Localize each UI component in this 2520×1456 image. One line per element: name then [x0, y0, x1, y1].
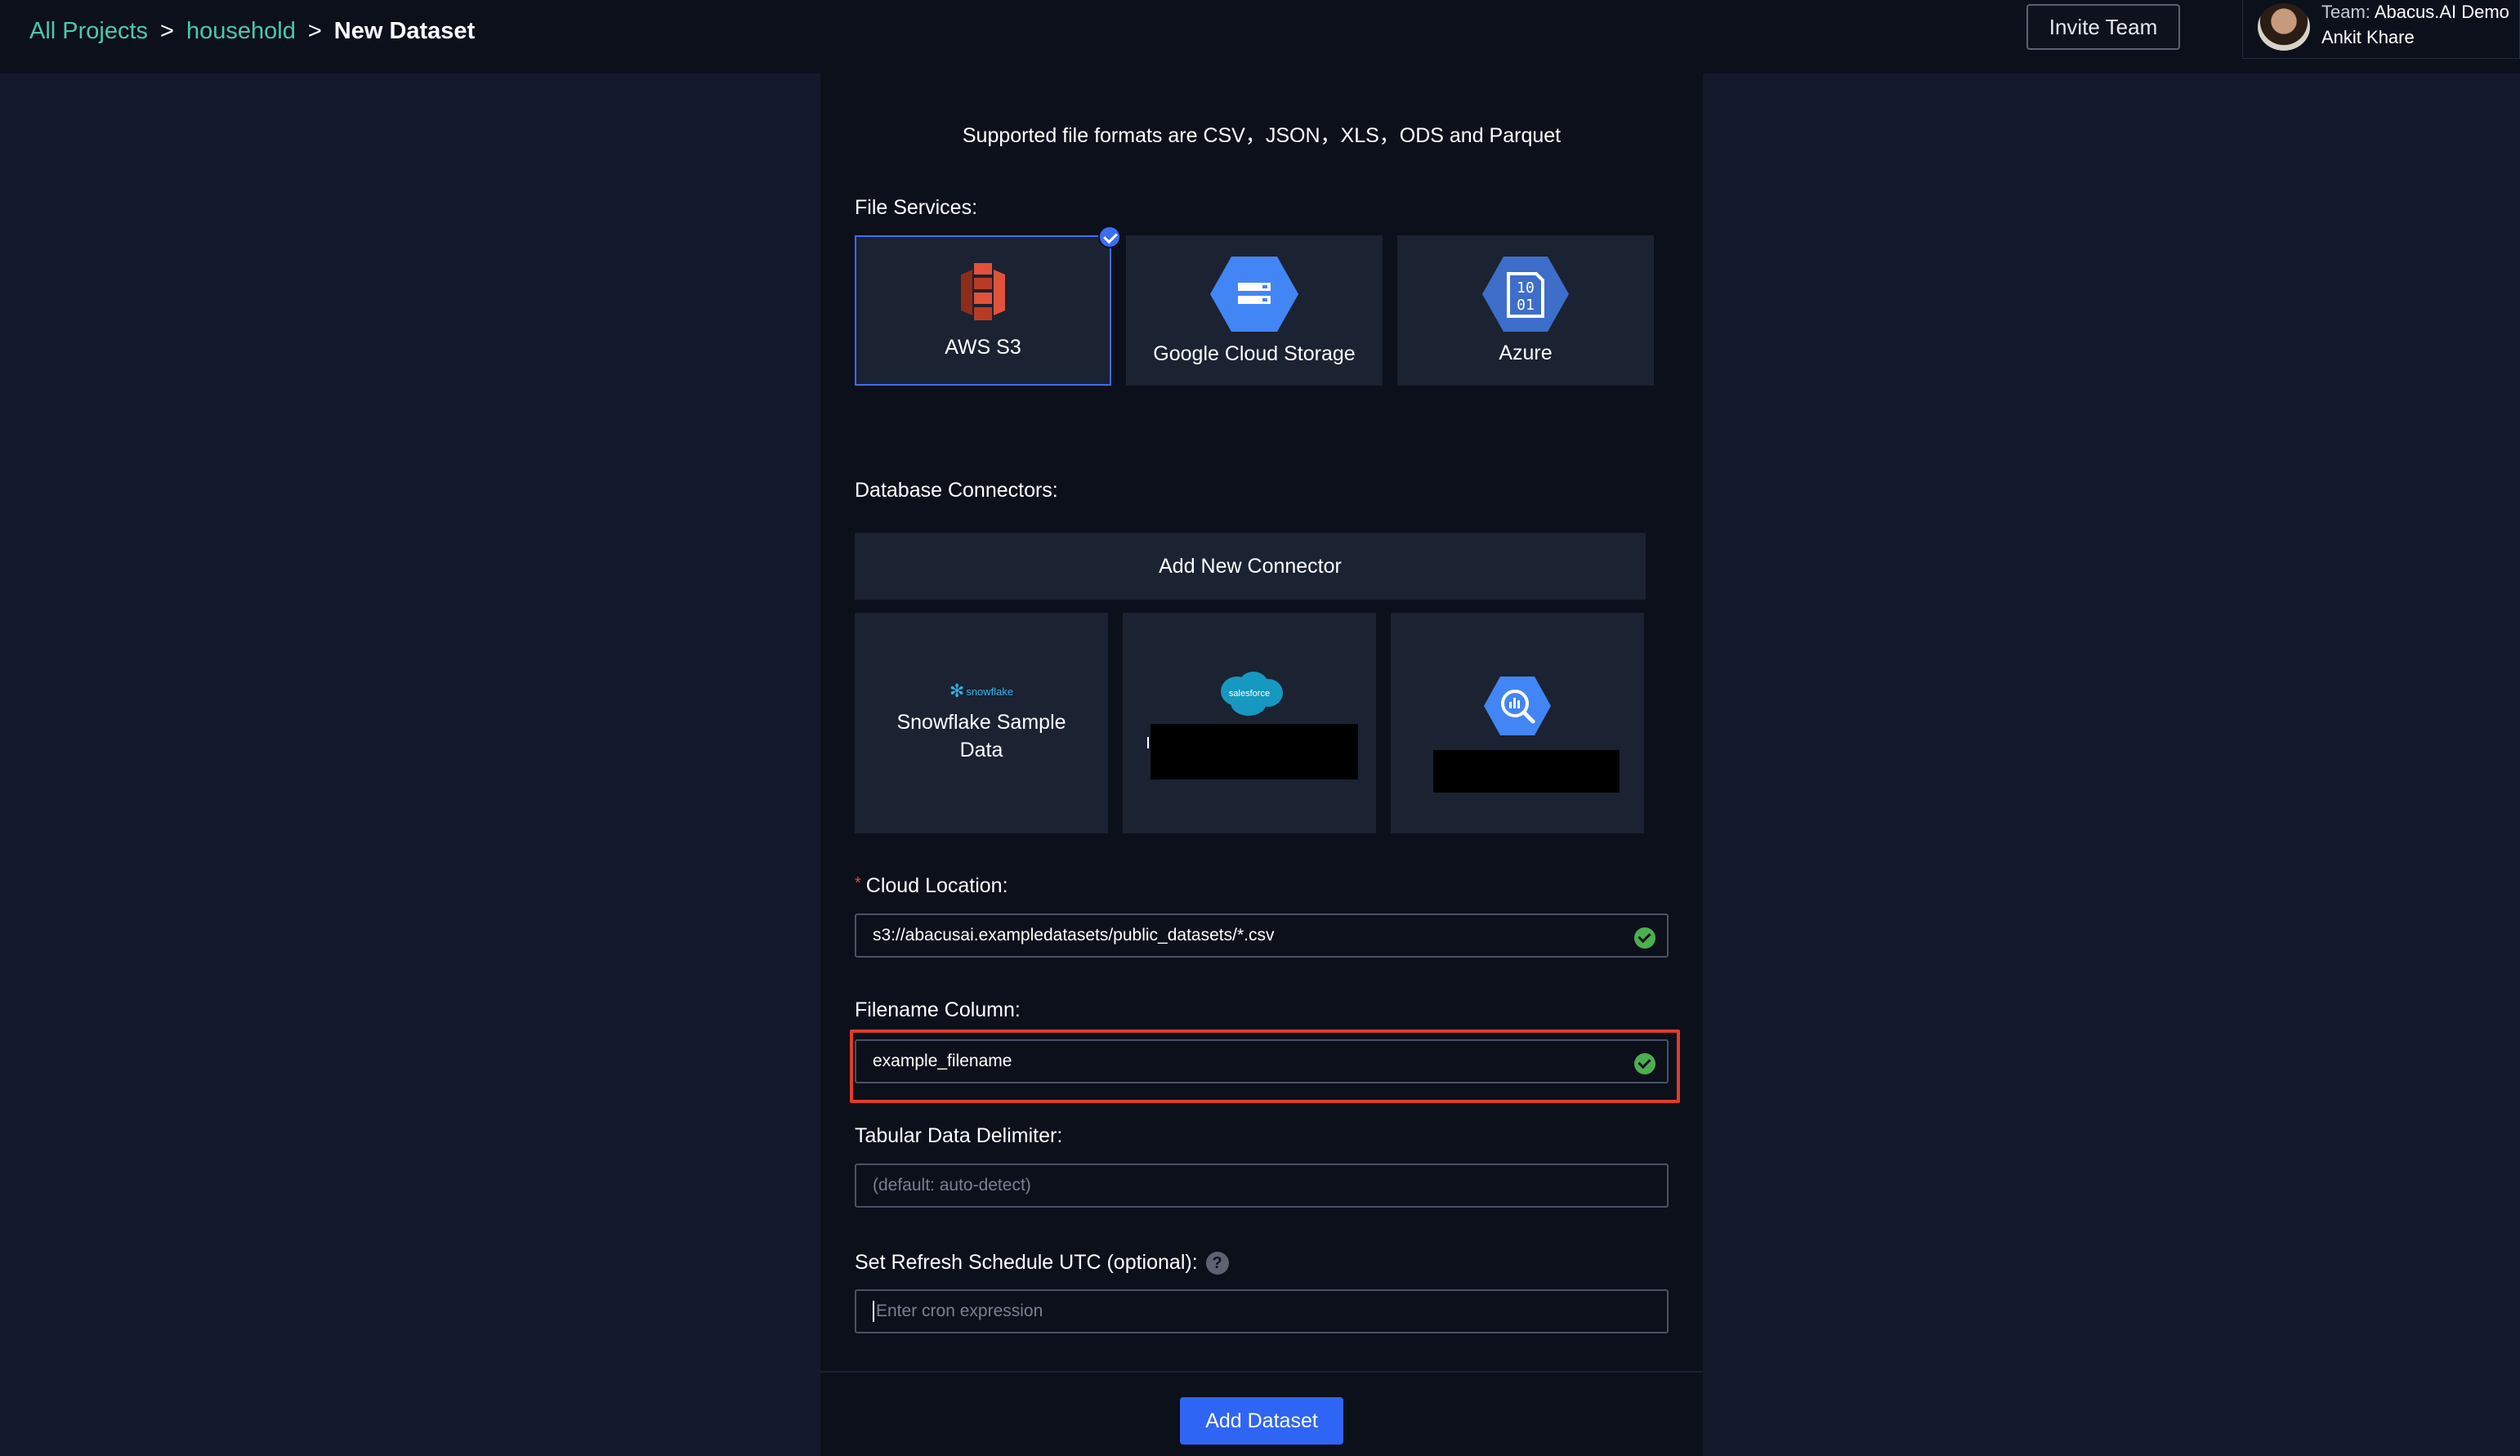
required-mark: * — [855, 874, 861, 892]
breadcrumb-separator: > — [307, 18, 322, 44]
svg-text:10: 10 — [1517, 279, 1535, 297]
svg-text:01: 01 — [1517, 297, 1535, 314]
add-dataset-button[interactable]: Add Dataset — [1180, 1397, 1343, 1445]
salesforce-connector-card[interactable]: salesforce — [1123, 613, 1376, 833]
salesforce-logo-text: salesforce — [1229, 689, 1270, 699]
breadcrumb-project[interactable]: household — [186, 18, 296, 44]
azure-label: Azure — [1499, 342, 1553, 364]
snowflake-connector-label: Snowflake Sample Data — [896, 711, 1066, 761]
breadcrumb-separator: > — [160, 18, 174, 44]
redacted-label — [1151, 724, 1358, 779]
selected-check-icon — [1098, 226, 1121, 248]
cloud-location-value: s3://abacusai.exampledatasets/public_dat… — [873, 926, 1275, 945]
cloud-location-label: * Cloud Location: — [855, 874, 1008, 898]
azure-card[interactable]: 10 01 Azure — [1397, 235, 1654, 386]
filename-column-value: example_filename — [873, 1052, 1012, 1070]
top-bar: All Projects > household > New Dataset Invit… — [0, 0, 2520, 74]
snowflake-icon: ✻ — [949, 681, 965, 701]
user-menu[interactable]: Team: Abacus.AI Demo Ankit Khare — [2242, 0, 2520, 59]
redacted-label — [1433, 750, 1620, 793]
refresh-schedule-label: Set Refresh Schedule UTC (optional):? — [855, 1248, 1229, 1276]
user-name: Ankit Khare — [2321, 27, 2415, 47]
bigquery-icon — [1484, 677, 1551, 735]
snowflake-logo-text: snowflake — [966, 685, 1014, 698]
invite-team-button[interactable]: Invite Team — [2026, 4, 2180, 50]
delimiter-placeholder: (default: auto-detect) — [873, 1176, 1031, 1195]
team-info: Team: Abacus.AI Demo — [2321, 2, 2509, 23]
salesforce-icon: salesforce — [1221, 672, 1283, 716]
cloud-location-input[interactable]: s3://abacusai.exampledatasets/public_dat… — [855, 913, 1669, 958]
filename-column-input[interactable]: example_filename — [855, 1039, 1669, 1083]
delimiter-label: Tabular Data Delimiter: — [855, 1124, 1063, 1147]
breadcrumb: All Projects > household > New Dataset — [29, 15, 475, 47]
breadcrumb-all-projects[interactable]: All Projects — [29, 18, 148, 44]
valid-check-icon — [1634, 927, 1655, 949]
google-cloud-storage-card[interactable]: Google Cloud Storage — [1126, 235, 1383, 386]
text-caret — [873, 1301, 874, 1322]
valid-check-icon — [1634, 1053, 1655, 1074]
filename-column-label: Filename Column: — [855, 998, 1021, 1021]
footer-divider — [820, 1371, 1703, 1373]
database-connectors-label: Database Connectors: — [855, 479, 1058, 502]
aws-s3-icon — [961, 263, 1005, 320]
cloud-location-label-text: Cloud Location: — [865, 874, 1008, 897]
breadcrumb-current: New Dataset — [333, 18, 476, 44]
text-caret — [1147, 737, 1149, 748]
azure-icon: 10 01 — [1482, 257, 1569, 332]
cron-expression-placeholder: Enter cron expression — [876, 1302, 1043, 1320]
google-cloud-storage-icon — [1210, 257, 1298, 332]
bigquery-connector-card[interactable] — [1391, 613, 1644, 833]
cron-expression-input[interactable]: Enter cron expression — [855, 1289, 1669, 1333]
aws-s3-card[interactable]: AWS S3 — [855, 226, 1121, 386]
aws-s3-label: AWS S3 — [945, 336, 1021, 359]
team-prefix: Team: — [2321, 2, 2370, 22]
google-cloud-storage-label: Google Cloud Storage — [1153, 342, 1356, 365]
file-services-label: File Services: — [855, 196, 978, 219]
refresh-schedule-label-text: Set Refresh Schedule UTC (optional): — [855, 1251, 1198, 1274]
add-new-connector-button[interactable]: Add New Connector — [855, 533, 1646, 600]
help-icon[interactable]: ? — [1205, 1252, 1229, 1275]
snowflake-logo: ✻ snowflake — [949, 682, 1013, 700]
delimiter-input[interactable]: (default: auto-detect) — [855, 1163, 1669, 1208]
new-dataset-panel: Supported file formats are CSV，JSON，XLS，… — [820, 74, 1703, 1456]
team-name: Abacus.AI Demo — [2374, 2, 2509, 22]
snowflake-connector-card[interactable]: ✻ snowflake Snowflake Sample Data — [855, 613, 1108, 833]
supported-formats-note: Supported file formats are CSV，JSON，XLS，… — [962, 124, 1562, 147]
avatar — [2258, 3, 2310, 51]
